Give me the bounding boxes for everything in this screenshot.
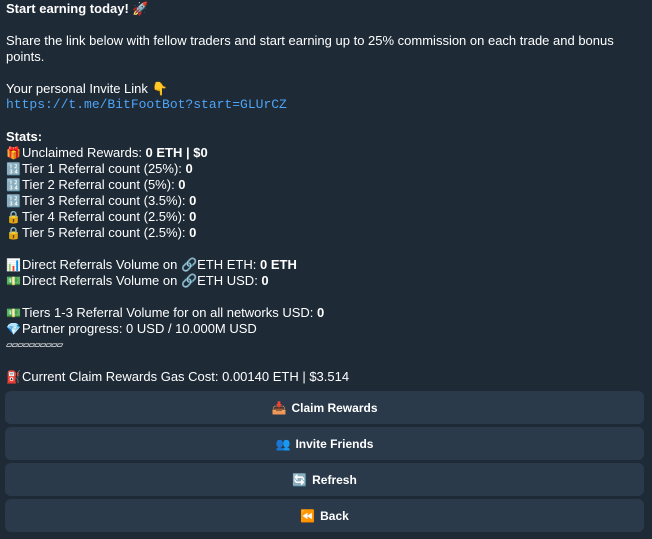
tiers-volume-row: 💵Tiers 1-3 Referral Volume for on all ne… (6, 305, 646, 321)
people-icon: 👥 (275, 436, 291, 451)
tier-label: Tier 4 Referral count (2.5%): (22, 209, 190, 224)
volume-usd-value: 0 (261, 273, 269, 288)
numbers-icon: 🔢 (6, 162, 21, 176)
tier-value: 0 (185, 161, 193, 176)
bot-message: Start earning today! 🚀 Share the link be… (6, 1, 646, 385)
tier-label: Tier 5 Referral count (2.5%): (22, 225, 190, 240)
invite-label: Your personal Invite Link 👇 (6, 81, 168, 96)
invite-link[interactable]: https://t.me/BitFootBot?start=GLUrCZ (6, 97, 646, 113)
numbers-icon: 🔢 (6, 178, 21, 192)
tiers-volume-label: Tiers 1-3 Referral Volume for on all net… (22, 305, 318, 320)
progress-bar: ▱▱▱▱▱▱▱▱▱▱ (6, 338, 63, 351)
tier-value: 0 (189, 209, 197, 224)
stats-header: Stats: (6, 129, 43, 144)
tier-value: 0 (189, 193, 197, 208)
money-icon: 💵 (6, 306, 21, 320)
volume-eth-label: Direct Referrals Volume on 🔗ETH ETH: (22, 257, 260, 272)
back-button[interactable]: ⏪ Back (5, 499, 644, 532)
tier-row: 🔢Tier 1 Referral count (25%): 0 (6, 161, 646, 177)
partner-progress-row: 💎Partner progress: 0 USD / 10.000M USD (6, 321, 646, 337)
unclaimed-label: Unclaimed Rewards: (22, 145, 146, 160)
gift-icon: 🎁 (6, 146, 21, 160)
inbox-icon: 📥 (271, 400, 287, 415)
tier-row: 🔢Tier 3 Referral count (3.5%): 0 (6, 193, 646, 209)
unclaimed-rewards-row: 🎁Unclaimed Rewards: 0 ETH | $0 (6, 145, 646, 161)
fuel-icon: ⛽ (6, 370, 21, 384)
tier-value: 0 (178, 177, 186, 192)
lock-icon: 🔒 (6, 210, 21, 224)
tier-row: 🔢Tier 2 Referral count (5%): 0 (6, 177, 646, 193)
tier-label: Tier 3 Referral count (3.5%): (22, 193, 190, 208)
diamond-icon: 💎 (6, 322, 21, 336)
claim-rewards-button[interactable]: 📥 Claim Rewards (5, 391, 644, 424)
refresh-label: Refresh (312, 472, 357, 487)
tier-row: 🔒Tier 5 Referral count (2.5%): 0 (6, 225, 646, 241)
numbers-icon: 🔢 (6, 194, 21, 208)
tier-label: Tier 1 Referral count (25%): (22, 161, 186, 176)
tier-label: Tier 2 Referral count (5%): (22, 177, 179, 192)
claim-rewards-label: Claim Rewards (291, 400, 378, 415)
tier-value: 0 (189, 225, 197, 240)
back-icon: ⏪ (300, 508, 316, 523)
gas-cost-text: Current Claim Rewards Gas Cost: 0.00140 … (22, 369, 350, 384)
refresh-icon: 🔄 (292, 472, 308, 487)
chart-icon: 📊 (6, 258, 21, 272)
volume-usd-row: 💵Direct Referrals Volume on 🔗ETH USD: 0 (6, 273, 646, 289)
invite-friends-button[interactable]: 👥 Invite Friends (5, 427, 644, 460)
inline-keyboard: 📥 Claim Rewards 👥 Invite Friends 🔄 Refresh … (5, 391, 644, 535)
money-icon: 💵 (6, 274, 21, 288)
intro-text: Share the link below with fellow traders… (6, 33, 614, 64)
gas-cost-row: ⛽Current Claim Rewards Gas Cost: 0.00140… (6, 369, 646, 385)
lock-icon: 🔒 (6, 226, 21, 240)
message-title: Start earning today! 🚀 (6, 1, 149, 16)
partner-progress-text: Partner progress: 0 USD / 10.000M USD (22, 321, 257, 336)
volume-usd-label: Direct Referrals Volume on 🔗ETH USD: (22, 273, 262, 288)
volume-eth-row: 📊Direct Referrals Volume on 🔗ETH ETH: 0 … (6, 257, 646, 273)
unclaimed-value: 0 ETH | $0 (145, 145, 208, 160)
tier-row: 🔒Tier 4 Referral count (2.5%): 0 (6, 209, 646, 225)
back-label: Back (320, 508, 349, 523)
volume-eth-value: 0 ETH (259, 257, 297, 272)
refresh-button[interactable]: 🔄 Refresh (5, 463, 644, 496)
invite-friends-label: Invite Friends (295, 436, 374, 451)
tiers-volume-value: 0 (317, 305, 325, 320)
